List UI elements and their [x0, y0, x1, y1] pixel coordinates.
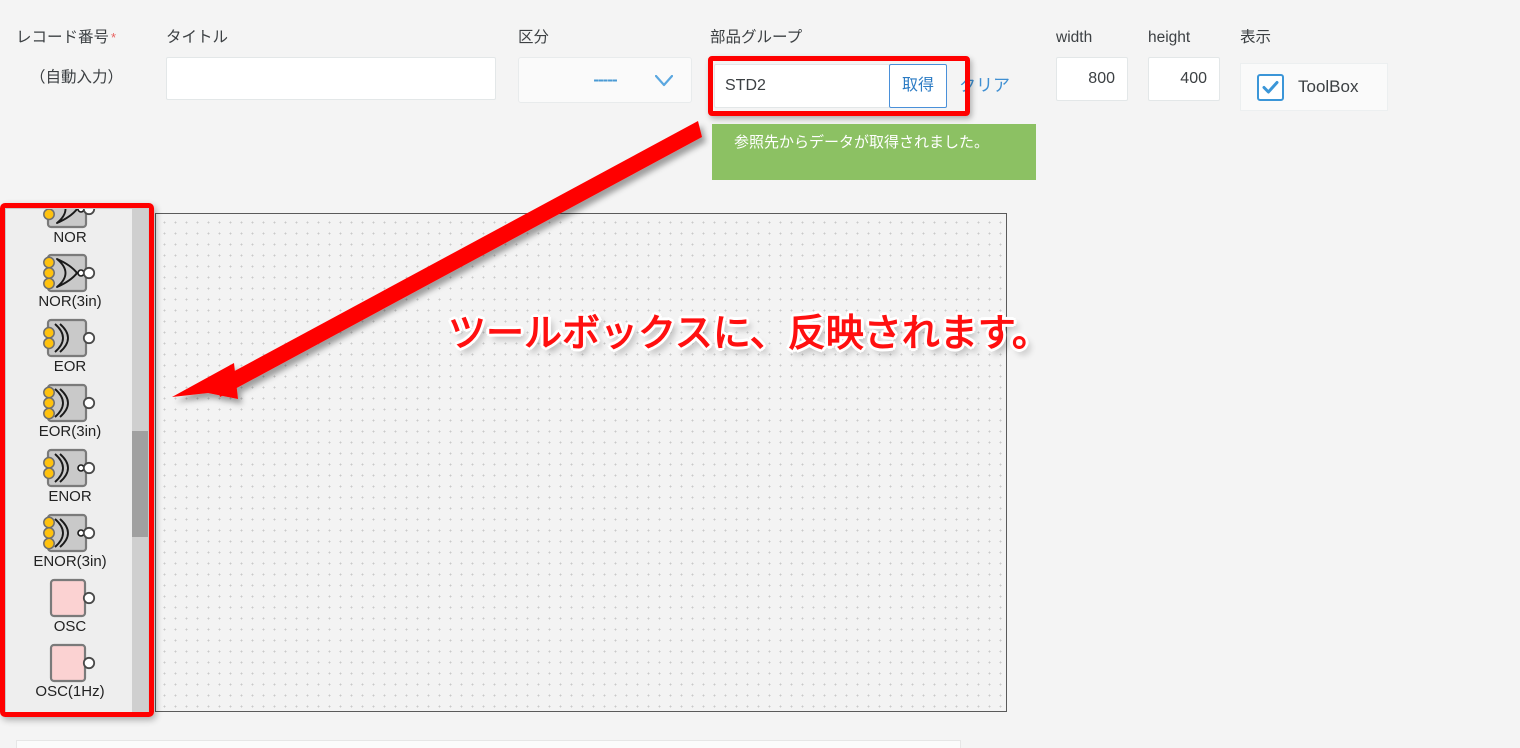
- gate-icon-enor: [40, 446, 100, 491]
- form-row: レコード番号* （自動入力） タイトル 区分 ----- 部品グループ 取得 ク…: [0, 0, 1520, 195]
- parts-group-input[interactable]: [714, 64, 890, 108]
- toolbox-item-nor3in[interactable]: NOR(3in): [6, 251, 134, 316]
- toolbox-item-label: EOR(3in): [38, 423, 102, 440]
- design-canvas[interactable]: [155, 213, 1007, 712]
- record-number-label: レコード番号 *: [16, 28, 123, 48]
- category-selected-value: -----: [593, 70, 617, 89]
- gate-icon-osc: [40, 641, 100, 686]
- field-display: 表示: [1240, 28, 1271, 48]
- gate-icon-nor: [40, 251, 100, 296]
- toolbox-item-label: NOR: [53, 229, 87, 246]
- field-category: 区分 -----: [518, 28, 692, 103]
- toolbox-item-eor3in[interactable]: EOR(3in): [6, 381, 134, 446]
- checkbox-checked-icon[interactable]: [1257, 73, 1284, 101]
- field-record-number: レコード番号 * （自動入力）: [16, 28, 123, 87]
- fetch-button[interactable]: 取得: [889, 64, 947, 108]
- toolbox-checkbox-row[interactable]: ToolBox: [1240, 63, 1388, 111]
- toolbox-item-eor[interactable]: EOR: [6, 316, 134, 381]
- toolbox-item-label: NOR(3in): [38, 293, 102, 310]
- required-asterisk: *: [111, 30, 117, 45]
- category-label: 区分: [518, 29, 550, 46]
- field-height: height: [1148, 28, 1220, 101]
- height-label: height: [1148, 29, 1191, 46]
- gate-icon-enor: [40, 511, 100, 556]
- width-label: width: [1056, 29, 1093, 46]
- toolbox-item-label: OSC(1Hz): [35, 683, 105, 700]
- width-input[interactable]: [1056, 57, 1128, 101]
- record-number-label-text: レコード番号: [16, 29, 110, 46]
- display-label: 表示: [1240, 29, 1272, 46]
- toolbox-item-osc1hz[interactable]: OSC(1Hz): [6, 641, 134, 706]
- toolbox-item-label: ENOR(3in): [33, 553, 107, 570]
- toolbox-item-enor3in[interactable]: ENOR(3in): [6, 511, 134, 576]
- toolbox-item-label: ENOR: [48, 488, 92, 505]
- toolbox-item-osc[interactable]: OSC: [6, 576, 134, 641]
- toolbox-scrollbar-track[interactable]: [132, 209, 148, 712]
- app-root: レコード番号* （自動入力） タイトル 区分 ----- 部品グループ 取得 ク…: [0, 0, 1520, 748]
- record-number-value: （自動入力）: [30, 69, 124, 86]
- toolbox-item-label: OSC: [53, 618, 87, 635]
- field-title: タイトル: [166, 28, 496, 100]
- title-input[interactable]: [166, 57, 496, 100]
- toolbox-item-label: EOR: [53, 358, 87, 375]
- field-parts-group: 部品グループ: [710, 28, 802, 48]
- gate-icon-eor: [40, 316, 100, 361]
- toolbox-checkbox-label: ToolBox: [1298, 77, 1359, 96]
- bottom-input-panel[interactable]: [16, 740, 961, 748]
- fetch-success-message: 参照先からデータが取得されました。: [712, 124, 1036, 180]
- gate-icon-osc: [40, 576, 100, 621]
- title-label: タイトル: [166, 29, 229, 46]
- gate-icon-eor: [40, 381, 100, 426]
- parts-group-controls: 取得 クリア: [714, 64, 1010, 108]
- toolbox-item-list: NOR NOR(3in) EOR EOR(3in) ENOR ENOR(3in) OSC OS…: [6, 209, 134, 706]
- height-input[interactable]: [1148, 57, 1220, 101]
- clear-link[interactable]: クリア: [959, 64, 1010, 108]
- chevron-down-icon: [654, 74, 674, 87]
- field-width: width: [1056, 28, 1128, 101]
- toolbox-item-enor[interactable]: ENOR: [6, 446, 134, 511]
- parts-group-label: 部品グループ: [710, 29, 803, 46]
- toolbox-item-nor[interactable]: NOR: [6, 209, 134, 251]
- category-select[interactable]: -----: [518, 57, 692, 103]
- toolbox-scrollbar-thumb[interactable]: [132, 431, 148, 537]
- toolbox-panel[interactable]: NOR NOR(3in) EOR EOR(3in) ENOR ENOR(3in) OSC OS…: [5, 208, 149, 713]
